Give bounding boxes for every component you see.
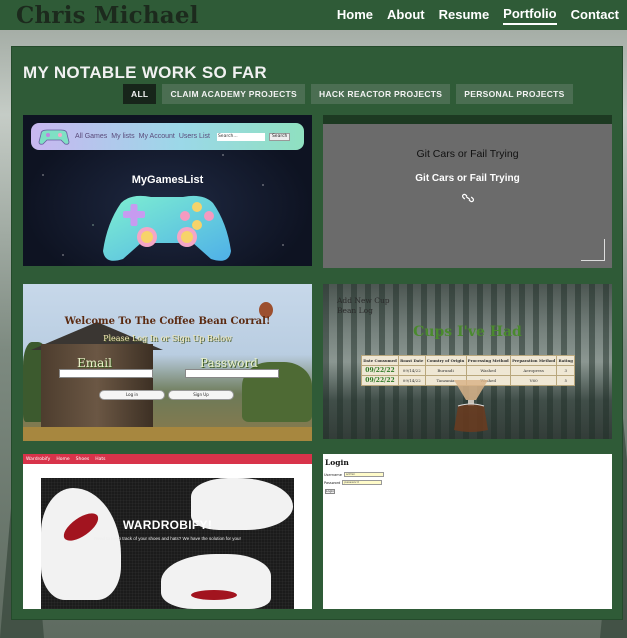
wardrobify-nav-home[interactable]: Home: [56, 457, 69, 462]
password-label: Password: [200, 356, 258, 370]
git-cars-title: Git Cars or Fail Trying: [416, 148, 519, 160]
main-nav: Home About Resume Portfolio Contact: [337, 6, 619, 25]
email-field[interactable]: [59, 369, 153, 378]
nav-resume-link[interactable]: Resume: [439, 7, 490, 24]
wardrobify-nav-hats[interactable]: Hats: [95, 457, 105, 462]
password-field[interactable]: [185, 369, 279, 378]
filter-hack-reactor-button[interactable]: HACK REACTOR PROJECTS: [311, 84, 451, 104]
login-title: Login: [325, 458, 349, 467]
cups-nav-links: Add New Cup Bean Log: [337, 296, 390, 316]
cell-country: Burundi: [424, 365, 467, 376]
wardrobify-navbar: Wardrobify Home Shoes Hats: [23, 454, 312, 464]
project-card-login[interactable]: Login Username admin Password password L…: [323, 454, 612, 609]
mygameslist-navbar: All Games My lists My Account Users List…: [31, 123, 304, 150]
project-card-coffee-bean-corral[interactable]: Welcome To The Coffee Bean Corral! Pleas…: [23, 284, 312, 441]
bean-log-link[interactable]: Bean Log: [337, 306, 390, 316]
git-cars-overlay-title: Git Cars or Fail Trying: [415, 173, 520, 184]
cups-title: Cups I've Had: [413, 324, 522, 340]
mygameslist-link-users-list[interactable]: Users List: [179, 133, 210, 140]
nav-about-link[interactable]: About: [387, 7, 425, 24]
mygameslist-link-all-games[interactable]: All Games: [75, 133, 107, 140]
password-field[interactable]: password: [342, 480, 383, 485]
filter-personal-button[interactable]: PERSONAL PROJECTS: [456, 84, 573, 104]
wardrobify-nav-shoes[interactable]: Shoes: [76, 457, 90, 462]
col-rating: Rating: [556, 355, 575, 366]
nav-home-link[interactable]: Home: [337, 7, 373, 24]
project-card-mygameslist[interactable]: All Games My lists My Account Users List…: [23, 115, 312, 266]
col-preparation: Preparation Method: [509, 355, 558, 366]
cell-preparation: V60: [509, 375, 558, 386]
nav-portfolio-link[interactable]: Portfolio: [503, 6, 557, 25]
username-row: Username admin: [324, 472, 384, 477]
ground: [23, 427, 312, 441]
table-header-row: Date Consumed Roast Date Country of Orig…: [361, 355, 575, 366]
password-row: Password password: [324, 480, 383, 485]
username-label: Username: [324, 472, 342, 477]
nav-contact-link[interactable]: Contact: [571, 7, 619, 24]
add-new-cup-link[interactable]: Add New Cup: [337, 296, 390, 306]
mygameslist-search-button[interactable]: Search: [268, 132, 291, 141]
login-button[interactable]: Log in: [99, 390, 165, 400]
wardrobify-brand[interactable]: Wardrobify: [26, 457, 50, 462]
username-field[interactable]: admin: [343, 472, 384, 477]
mygameslist-search-input[interactable]: Search...: [216, 132, 265, 141]
login-submit-button[interactable]: Login: [325, 489, 335, 494]
col-country: Country of Origin: [424, 355, 467, 366]
cell-processing: Washed: [465, 365, 511, 376]
cell-date: 09/22/22: [361, 375, 399, 386]
cell-roast: 09/14/22: [397, 375, 426, 386]
wardrobify-tagline: Need to keep track of your shoes and hat…: [94, 536, 241, 541]
gamepad-logo-icon: [38, 129, 70, 145]
cell-roast: 09/14/22: [397, 365, 426, 376]
wardrobify-hero: [41, 478, 294, 609]
section-title: MY NOTABLE WORK SO FAR: [23, 63, 267, 82]
mygameslist-title: MyGamesList: [131, 174, 204, 186]
filter-all-button[interactable]: ALL: [123, 84, 157, 104]
cell-preparation: Aeropress: [509, 365, 558, 376]
coffee-pour-over-icon: [454, 380, 488, 432]
project-card-git-cars[interactable]: Git Cars or Fail Trying Git Cars or Fail…: [323, 115, 612, 268]
sneaker-bottom-image: [161, 554, 271, 609]
link-icon[interactable]: [462, 193, 474, 203]
cell-date: 09/22/22: [361, 365, 399, 376]
site-brand[interactable]: Chris Michael: [16, 2, 199, 29]
swoosh-bottom: [191, 590, 237, 600]
col-processing: Processing Method: [465, 355, 511, 366]
mygameslist-link-my-account[interactable]: My Account: [139, 133, 175, 140]
coffee-corral-subtitle: Please Log In or Sign Up Below: [103, 334, 232, 343]
col-roast-date: Roast Date: [397, 355, 426, 366]
table-row: 09/22/22 09/14/22 Burundi Washed Aeropre…: [361, 365, 575, 376]
git-cars-navbar: [323, 115, 612, 124]
email-label: Email: [77, 356, 112, 370]
portfolio-panel: MY NOTABLE WORK SO FAR ALL CLAIM ACADEMY…: [11, 46, 623, 620]
password-label: Password: [324, 480, 341, 485]
gamepad-hero-icon: [103, 195, 231, 261]
project-card-cups-ive-had[interactable]: Add New Cup Bean Log Cups I've Had Date …: [323, 284, 612, 439]
project-filters: ALL CLAIM ACADEMY PROJECTS HACK REACTOR …: [123, 84, 573, 104]
filter-claim-academy-button[interactable]: CLAIM ACADEMY PROJECTS: [162, 84, 305, 104]
cell-rating: 5: [556, 375, 575, 386]
sneaker-left-image: [41, 488, 121, 600]
corner-decoration: [581, 239, 605, 261]
project-card-wardrobify[interactable]: Wardrobify Home Shoes Hats WARDROBIFY! N…: [23, 454, 312, 609]
coffee-corral-title: Welcome To The Coffee Bean Corral!: [64, 316, 271, 327]
wardrobify-title: WARDROBIFY!: [122, 518, 213, 532]
cell-rating: 3: [556, 365, 575, 376]
top-navbar: Chris Michael Home About Resume Portfoli…: [0, 0, 627, 30]
signup-button[interactable]: Sign Up: [168, 390, 234, 400]
mygameslist-link-my-lists[interactable]: My lists: [111, 133, 134, 140]
col-date-consumed: Date Consumed: [361, 355, 399, 366]
